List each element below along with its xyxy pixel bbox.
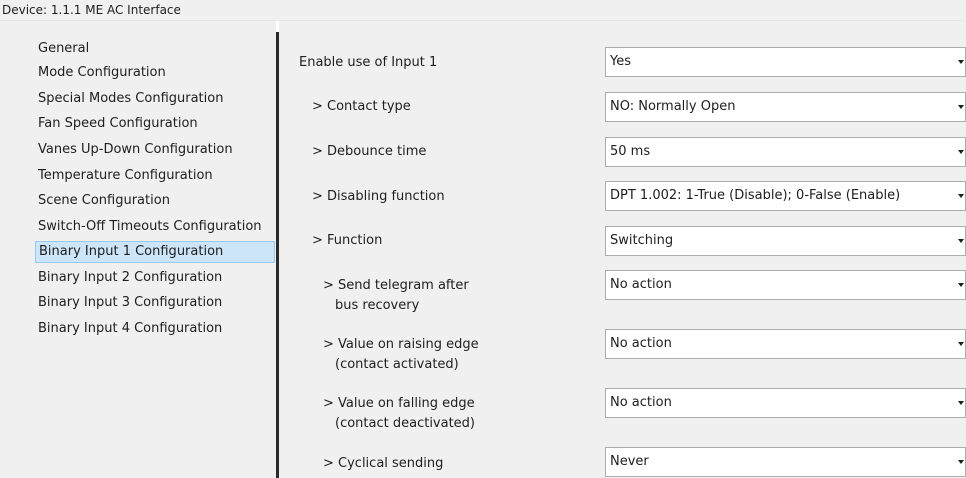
- cyclical-sending-label: > Cyclical sending: [323, 456, 444, 471]
- sidebar-item-binary-input-2-configuration[interactable]: Binary Input 2 Configuration: [35, 267, 275, 289]
- function-dropdown[interactable]: Switching: [605, 226, 966, 256]
- sidebar-item-binary-input-1-configuration[interactable]: Binary Input 1 Configuration: [35, 241, 275, 263]
- dropdown-value: Never: [610, 454, 649, 469]
- sidebar-item-binary-input-3-configuration[interactable]: Binary Input 3 Configuration: [35, 292, 275, 314]
- dropdown-value: No action: [610, 336, 672, 351]
- raising-edge-label-line2: (contact activated): [335, 357, 459, 372]
- contact-type-label: > Contact type: [312, 99, 411, 114]
- dropdown-value: No action: [610, 277, 672, 292]
- sidebar-item-mode-configuration[interactable]: Mode Configuration: [35, 62, 275, 84]
- dropdown-value: No action: [610, 395, 672, 410]
- sidebar-item-label: Binary Input 1 Configuration: [39, 244, 224, 259]
- dropdown-arrow-icon: [958, 60, 964, 64]
- send-telegram-label: > Send telegram after: [323, 278, 469, 293]
- sidebar-item-label: Binary Input 4 Configuration: [38, 321, 223, 336]
- enable-input-dropdown[interactable]: Yes: [605, 47, 966, 77]
- falling-edge-dropdown[interactable]: No action: [605, 388, 966, 418]
- send-telegram-dropdown[interactable]: No action: [605, 270, 966, 300]
- dropdown-value: Yes: [610, 54, 631, 69]
- device-title: Device: 1.1.1 ME AC Interface: [2, 3, 181, 17]
- dropdown-arrow-icon: [958, 342, 964, 346]
- sidebar-item-label: Mode Configuration: [38, 65, 166, 80]
- cyclical-sending-dropdown[interactable]: Never: [605, 447, 966, 477]
- sidebar-item-label: Switch-Off Timeouts Configuration: [38, 219, 262, 234]
- dropdown-arrow-icon: [958, 105, 964, 109]
- function-label: > Function: [312, 233, 383, 248]
- disabling-function-label: > Disabling function: [312, 189, 445, 204]
- send-telegram-label-line2: bus recovery: [335, 298, 420, 313]
- dropdown-arrow-icon: [958, 150, 964, 154]
- dropdown-arrow-icon: [958, 194, 964, 198]
- sidebar-item-temperature-configuration[interactable]: Temperature Configuration: [35, 165, 275, 187]
- dropdown-arrow-icon: [958, 239, 964, 243]
- device-title-bar: Device: 1.1.1 ME AC Interface: [0, 0, 966, 21]
- enable-input-label: Enable use of Input 1: [299, 55, 438, 70]
- parameter-tree-sidebar: General Mode Configuration Special Modes…: [0, 21, 276, 478]
- raising-edge-label: > Value on raising edge: [323, 337, 479, 352]
- dropdown-value: 50 ms: [610, 144, 651, 159]
- sidebar-item-label: Vanes Up-Down Configuration: [38, 142, 233, 157]
- dropdown-value: NO: Normally Open: [610, 99, 736, 114]
- debounce-time-dropdown[interactable]: 50 ms: [605, 137, 966, 167]
- debounce-time-label: > Debounce time: [312, 144, 427, 159]
- falling-edge-label: > Value on falling edge: [323, 396, 475, 411]
- sidebar-item-label: Temperature Configuration: [38, 168, 213, 183]
- sidebar-item-switch-off-timeouts-configuration[interactable]: Switch-Off Timeouts Configuration: [35, 216, 275, 238]
- sidebar-item-label: Binary Input 2 Configuration: [38, 270, 223, 285]
- dropdown-arrow-icon: [958, 283, 964, 287]
- dropdown-value: DPT 1.002: 1-True (Disable); 0-False (En…: [610, 188, 901, 203]
- sidebar-item-vanes-up-down-configuration[interactable]: Vanes Up-Down Configuration: [35, 139, 275, 161]
- sidebar-item-fan-speed-configuration[interactable]: Fan Speed Configuration: [35, 113, 275, 135]
- contact-type-dropdown[interactable]: NO: Normally Open: [605, 92, 966, 122]
- sidebar-item-label: Binary Input 3 Configuration: [38, 295, 223, 310]
- raising-edge-dropdown[interactable]: No action: [605, 329, 966, 359]
- sidebar-item-scene-configuration[interactable]: Scene Configuration: [35, 190, 275, 212]
- disabling-function-dropdown[interactable]: DPT 1.002: 1-True (Disable); 0-False (En…: [605, 181, 966, 211]
- sidebar-item-special-modes-configuration[interactable]: Special Modes Configuration: [35, 88, 275, 110]
- sidebar-item-general[interactable]: General: [35, 38, 275, 60]
- sidebar-item-label: Scene Configuration: [38, 193, 170, 208]
- sidebar-item-label: General: [38, 41, 90, 56]
- sidebar-item-binary-input-4-configuration[interactable]: Binary Input 4 Configuration: [35, 318, 275, 340]
- dropdown-arrow-icon: [958, 460, 964, 464]
- sidebar-item-label: Special Modes Configuration: [38, 91, 224, 106]
- dropdown-arrow-icon: [958, 401, 964, 405]
- dropdown-value: Switching: [610, 233, 674, 248]
- falling-edge-label-line2: (contact deactivated): [335, 416, 476, 431]
- sidebar-item-label: Fan Speed Configuration: [38, 116, 198, 131]
